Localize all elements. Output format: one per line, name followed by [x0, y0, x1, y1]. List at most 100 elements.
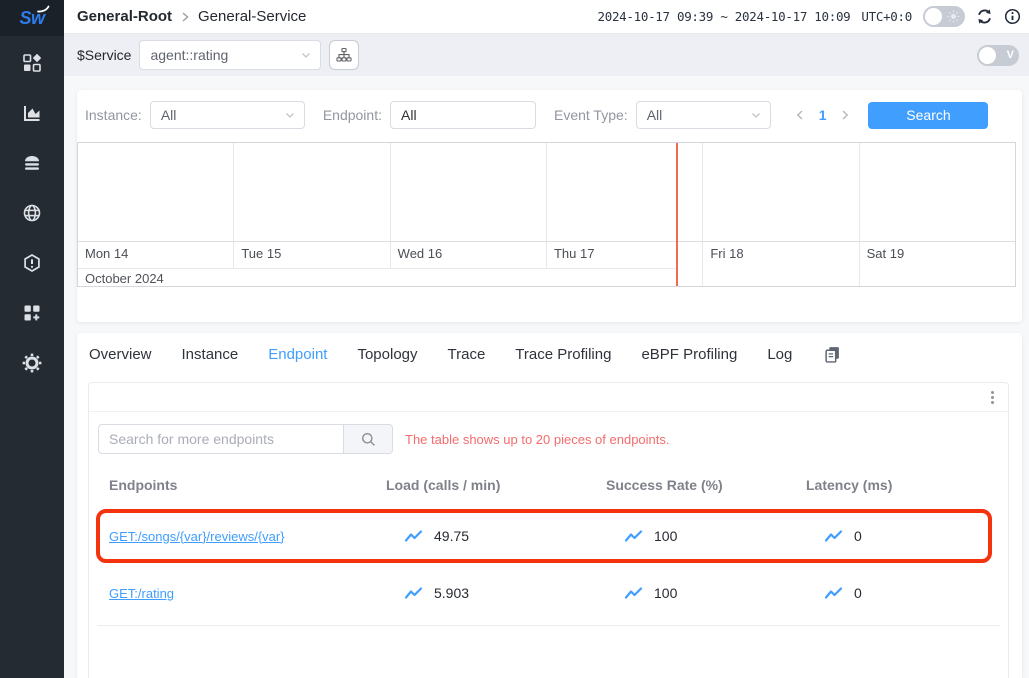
sidebar-item-network[interactable]	[12, 202, 52, 224]
time-axis-cell[interactable]	[78, 143, 233, 241]
day-label[interactable]: Mon 14	[78, 242, 233, 268]
trend-line-icon	[624, 586, 643, 600]
next-page-button[interactable]	[840, 109, 850, 121]
database-icon	[22, 153, 42, 173]
filter-timeline-card: Instance: All Endpoint: Event Type: All	[77, 90, 1022, 322]
highlight-box: GET:/songs/{var}/reviews/{var} 49.75 100	[96, 509, 992, 563]
column-header-success-rate: Success Rate (%)	[606, 477, 806, 493]
bar-chart-icon	[22, 103, 42, 123]
info-button[interactable]	[1004, 8, 1021, 25]
service-select-value: agent::rating	[150, 47, 228, 63]
sidebar-item-database[interactable]	[12, 152, 52, 174]
widget-menu-button[interactable]	[989, 389, 996, 406]
chevron-left-icon	[795, 109, 805, 121]
time-axis-cell[interactable]	[233, 143, 389, 241]
month-label: October 2024	[78, 268, 676, 287]
tab-endpoint[interactable]: Endpoint	[268, 346, 327, 363]
endpoint-search-button[interactable]	[343, 424, 393, 454]
timezone-label: UTC+0:0	[861, 9, 912, 24]
theme-toggle-knob	[925, 8, 942, 25]
breadcrumb-chevron-icon	[180, 11, 190, 23]
sidebar-item-settings[interactable]	[12, 352, 52, 374]
trend-line-icon	[624, 529, 643, 543]
breadcrumb-root: General-Root	[77, 8, 172, 25]
main-area: General-Root General-Service 2024-10-17 …	[64, 0, 1029, 678]
org-chart-icon	[336, 47, 352, 63]
version-toggle-label: V	[1007, 45, 1014, 66]
sidebar-item-dashboards[interactable]	[12, 52, 52, 74]
tab-log[interactable]: Log	[767, 346, 792, 363]
copy-dashboard-button[interactable]	[824, 346, 841, 363]
latency-value: 0	[854, 528, 862, 544]
sidebar-nav	[0, 36, 64, 402]
day-label[interactable]: Sat 19	[859, 242, 1015, 286]
instance-select-value: All	[161, 107, 177, 123]
load-cell: 5.903	[386, 585, 606, 601]
logo-swoosh-icon	[37, 4, 50, 13]
event-type-filter-label: Event Type:	[554, 107, 628, 123]
tab-instance[interactable]: Instance	[182, 346, 239, 363]
sidebar-item-metrics[interactable]	[12, 102, 52, 124]
search-button[interactable]: Search	[868, 102, 988, 129]
instance-filter-label: Instance:	[85, 107, 142, 123]
version-toggle[interactable]: V	[977, 45, 1019, 66]
instance-select[interactable]: All	[150, 101, 305, 129]
service-detail-card: Overview Instance Endpoint Topology Trac…	[77, 333, 1022, 678]
endpoint-link[interactable]: GET:/rating	[109, 586, 386, 601]
endpoint-filter-input[interactable]	[390, 101, 536, 129]
endpoint-filter-label: Endpoint:	[323, 107, 382, 123]
event-type-select[interactable]: All	[636, 101, 771, 129]
service-topology-button[interactable]	[329, 40, 359, 70]
theme-toggle[interactable]	[923, 6, 965, 27]
tab-overview[interactable]: Overview	[89, 346, 152, 363]
endpoint-link[interactable]: GET:/songs/{var}/reviews/{var}	[109, 529, 386, 544]
logo[interactable]: Sw	[0, 0, 64, 36]
day-label[interactable]: Wed 16	[390, 242, 546, 268]
version-toggle-wrap: V	[977, 45, 1019, 66]
column-header-endpoints: Endpoints	[109, 477, 386, 493]
sidebar: Sw	[0, 0, 64, 678]
table-row: GET:/songs/{var}/reviews/{var} 49.75 100	[100, 513, 988, 559]
trend-line-icon	[824, 529, 843, 543]
time-axis-cell[interactable]	[859, 143, 1015, 241]
load-cell: 49.75	[386, 528, 606, 544]
globe-icon	[22, 203, 42, 223]
success-rate-value: 100	[654, 528, 677, 544]
sidebar-item-alerting[interactable]	[12, 252, 52, 274]
search-icon	[361, 432, 376, 447]
time-axis-cell[interactable]	[390, 143, 546, 241]
chevron-down-icon	[276, 109, 296, 121]
widgets-plus-icon	[22, 303, 42, 323]
page-number: 1	[819, 107, 827, 123]
row-divider	[97, 625, 1000, 626]
endpoint-search-input[interactable]	[98, 424, 344, 454]
tab-trace-profiling[interactable]: Trace Profiling	[515, 346, 611, 363]
chevron-down-icon	[742, 109, 762, 121]
dashboard-icon	[22, 53, 42, 73]
kebab-dot	[991, 391, 994, 394]
day-label[interactable]: Fri 18	[702, 242, 858, 286]
version-toggle-knob	[979, 47, 996, 64]
service-select[interactable]: agent::rating	[139, 40, 321, 70]
time-axis-cell[interactable]	[702, 143, 858, 241]
time-axis-cell[interactable]	[546, 143, 702, 241]
refresh-button[interactable]	[976, 8, 993, 25]
success-rate-value: 100	[654, 585, 677, 601]
kebab-dot	[991, 396, 994, 399]
tab-ebpf-profiling[interactable]: eBPF Profiling	[641, 346, 737, 363]
alert-hexagon-icon	[22, 253, 42, 273]
sidebar-item-extensions[interactable]	[12, 302, 52, 324]
tab-topology[interactable]: Topology	[357, 346, 417, 363]
service-variable-label: $Service	[77, 47, 131, 63]
endpoint-search-row: The table shows up to 20 pieces of endpo…	[98, 424, 1008, 454]
load-value: 49.75	[434, 528, 469, 544]
prev-page-button[interactable]	[795, 109, 805, 121]
time-axis[interactable]: Mon 14 Tue 15 Wed 16 Thu 17 Fri 18 Sat 1…	[77, 142, 1016, 287]
table-header-row: Endpoints Load (calls / min) Success Rat…	[89, 474, 1008, 496]
tab-trace[interactable]: Trace	[448, 346, 486, 363]
sun-icon	[947, 6, 960, 27]
day-label[interactable]: Thu 17	[546, 242, 702, 268]
time-range[interactable]: 2024-10-17 09:39 ~ 2024-10-17 10:09	[598, 9, 851, 24]
day-label[interactable]: Tue 15	[233, 242, 389, 268]
header-controls: 2024-10-17 09:39 ~ 2024-10-17 10:09 UTC+…	[598, 6, 1022, 27]
